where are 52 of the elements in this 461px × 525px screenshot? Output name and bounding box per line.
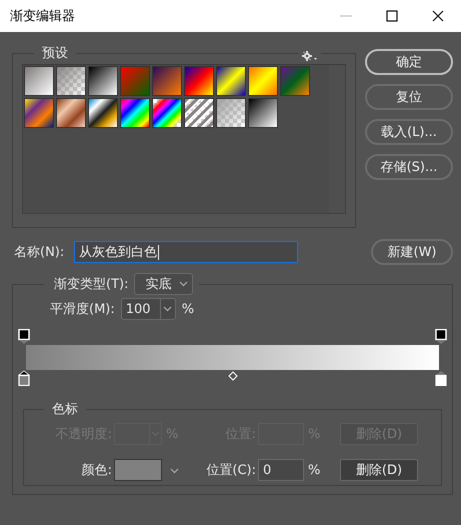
color-stop[interactable] — [435, 370, 447, 386]
gradient-swatch[interactable] — [248, 98, 278, 128]
maximize-icon — [386, 10, 398, 22]
color-swatch[interactable] — [114, 459, 162, 481]
color-label: 颜色: — [80, 462, 113, 479]
dialog-button[interactable]: 复位 — [365, 84, 453, 110]
delete-button[interactable]: 删除(D) — [340, 459, 418, 481]
gradient-swatch[interactable] — [56, 66, 86, 96]
gradient-swatch[interactable] — [152, 66, 182, 96]
smoothness-label: 平滑度(M): — [50, 301, 115, 318]
new-button[interactable]: 新建(W) — [371, 239, 453, 265]
gradient-swatch[interactable] — [88, 98, 118, 128]
dialog-button[interactable]: 存储(S)... — [365, 154, 453, 180]
name-field[interactable]: 从灰色到白色 — [74, 241, 298, 263]
position-label: 位置(C): — [205, 462, 257, 479]
close-icon — [432, 10, 444, 22]
name-label: 名称(N): — [14, 244, 66, 261]
gradient-type-select[interactable]: 实底 — [134, 273, 194, 295]
gradient-swatch[interactable] — [120, 98, 150, 128]
presets-label: 预设 — [41, 45, 69, 62]
gradient-swatch[interactable] — [56, 98, 86, 128]
window-title: 渐变编辑器 — [10, 8, 76, 25]
opacity-stop[interactable] — [435, 329, 447, 345]
color-stops-label: 色标 — [51, 401, 79, 418]
dialog-button[interactable]: 确定 — [365, 49, 453, 75]
gradient-swatch[interactable] — [88, 66, 118, 96]
scrollbar[interactable] — [329, 65, 345, 213]
gradient-swatch[interactable] — [184, 66, 214, 96]
percent-label: % — [307, 462, 322, 478]
chevron-icon — [163, 306, 172, 312]
position-field[interactable]: 0 — [258, 459, 304, 481]
dialog-button[interactable]: 载入(L)... — [365, 119, 453, 145]
chevron-icon — [179, 281, 188, 287]
color-stop[interactable] — [18, 370, 30, 386]
percent-label: % — [307, 426, 322, 442]
gradient-swatch[interactable] — [24, 66, 54, 96]
midpoint-icon[interactable] — [228, 371, 238, 381]
chevron-icon[interactable] — [170, 468, 179, 474]
percent-label: % — [165, 426, 180, 442]
gradient-swatch[interactable] — [248, 66, 278, 96]
gradient-swatch[interactable] — [280, 66, 310, 96]
gradient-swatch[interactable] — [216, 98, 246, 128]
gear-icon[interactable] — [302, 51, 318, 61]
gradient-swatch[interactable] — [152, 98, 182, 128]
gradient-swatch[interactable] — [24, 98, 54, 128]
gradient-swatch[interactable] — [184, 98, 214, 128]
gradient-swatch[interactable] — [216, 66, 246, 96]
gradient-swatch[interactable] — [120, 66, 150, 96]
percent-label: % — [182, 302, 194, 316]
opacity-stop[interactable] — [18, 329, 30, 345]
smoothness-field[interactable]: 100 — [120, 298, 176, 320]
gradient-type-label: 渐变类型(T): — [54, 276, 128, 293]
